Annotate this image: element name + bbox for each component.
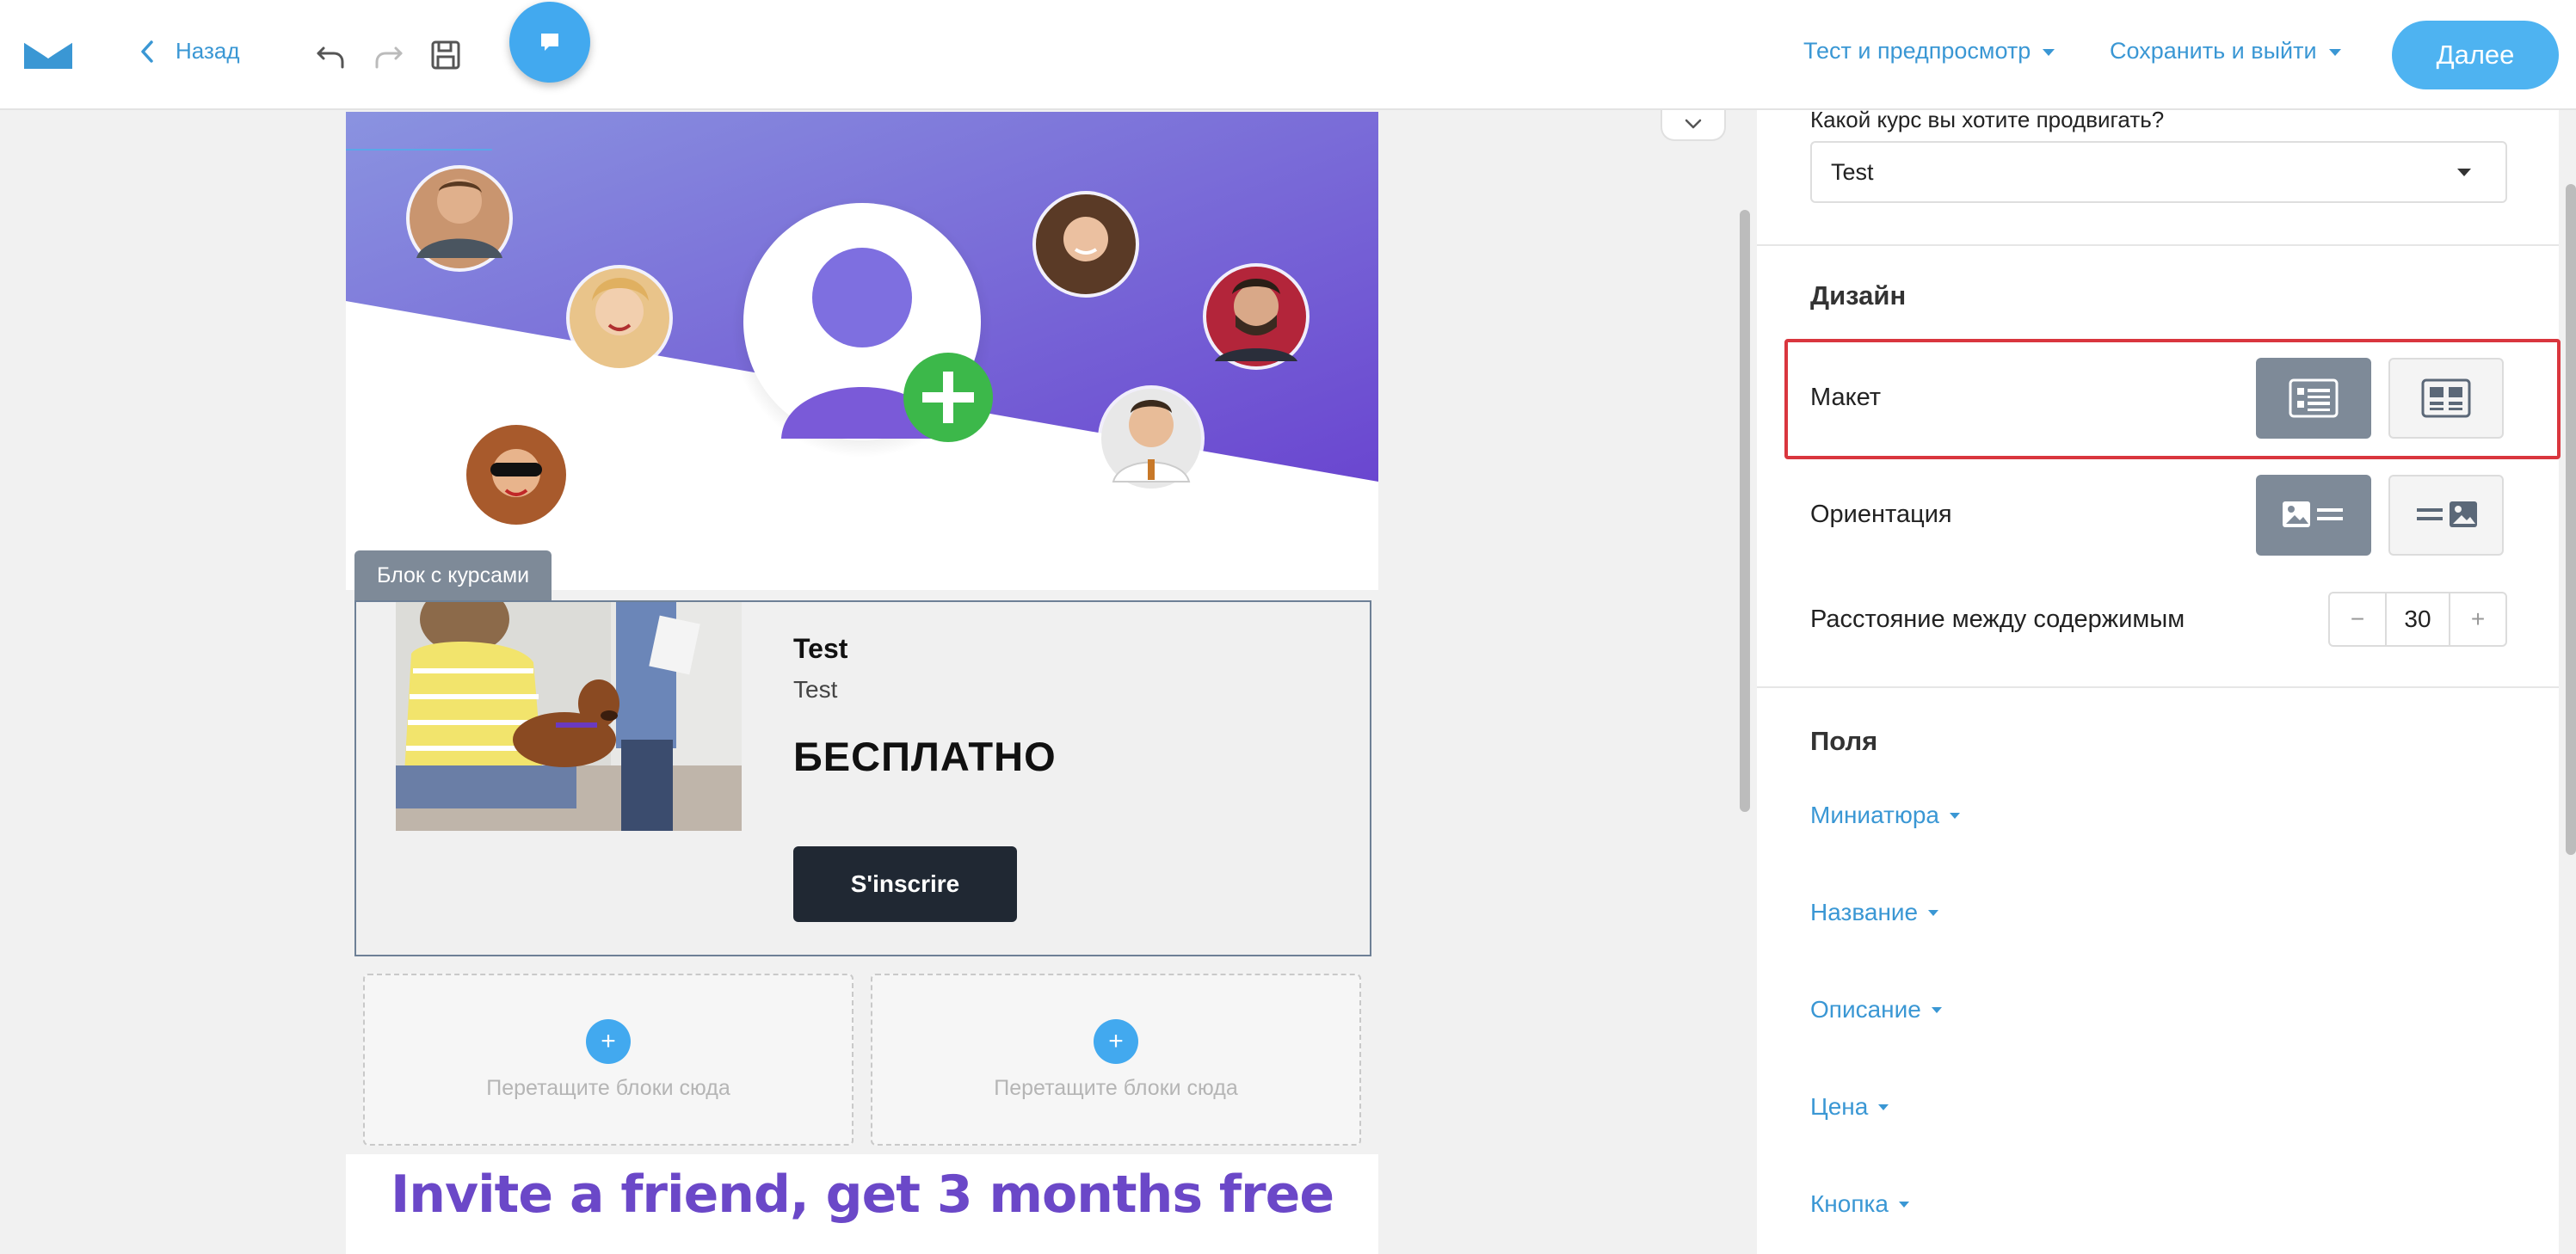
orientation-image-right-button[interactable] <box>2388 475 2504 556</box>
caret-down-icon <box>2328 48 2341 56</box>
test-preview-menu[interactable]: Тест и предпросмотр <box>1803 38 2055 65</box>
panel-scrollbar[interactable] <box>2566 184 2576 855</box>
field-label: Название <box>1810 899 1919 925</box>
dropzone-left[interactable]: + Перетащите блоки сюда <box>363 974 854 1146</box>
decrement-button[interactable]: − <box>2330 593 2385 645</box>
orientation-label: Ориентация <box>1810 501 1952 528</box>
course-question-label: Какой курс вы хотите продвигать? <box>1810 107 2165 132</box>
caret-down-icon <box>2043 48 2055 56</box>
increment-button[interactable]: + <box>2450 593 2505 645</box>
redo-icon[interactable] <box>372 38 406 72</box>
person-avatar <box>463 421 570 528</box>
plus-icon[interactable]: + <box>1094 1018 1138 1064</box>
person-avatar <box>406 165 513 272</box>
spacing-stepper: − 30 + <box>2328 592 2507 647</box>
chat-button[interactable] <box>509 2 590 83</box>
field-name[interactable]: Название <box>1810 899 1939 926</box>
back-button[interactable]: Назад <box>138 38 240 65</box>
back-label: Назад <box>176 38 240 64</box>
course-signup-button[interactable]: S'inscrire <box>793 846 1017 922</box>
logo-envelope-icon[interactable] <box>22 38 74 72</box>
save-exit-label: Сохранить и выйти <box>2110 38 2317 64</box>
caret-down-icon <box>1950 812 1960 819</box>
image-right-icon <box>2417 501 2477 527</box>
fields-section-title: Поля <box>1810 726 1878 756</box>
field-label: Миниатюра <box>1810 802 1939 828</box>
layout-list-button[interactable] <box>2256 358 2371 439</box>
spacing-value[interactable]: 30 <box>2385 593 2450 645</box>
collapse-toggle[interactable] <box>1661 108 1726 141</box>
chevron-down-icon <box>1685 119 1702 129</box>
image-left-icon <box>2283 501 2343 527</box>
course-price[interactable]: БЕСПЛАТНО <box>793 733 1057 780</box>
field-thumbnail[interactable]: Миниатюра <box>1810 802 1960 829</box>
design-section-title: Дизайн <box>1810 280 1907 310</box>
canvas-scrollbar[interactable] <box>1740 210 1750 812</box>
save-icon[interactable] <box>428 38 463 72</box>
orientation-image-left-button[interactable] <box>2256 475 2371 556</box>
caret-down-icon <box>1928 909 1939 916</box>
dropzone-right[interactable]: + Перетащите блоки сюда <box>871 974 1361 1146</box>
field-label: Кнопка <box>1810 1190 1889 1217</box>
hero-illustration <box>346 112 1378 590</box>
spacing-label: Расстояние между содержимым <box>1810 605 2185 633</box>
chevron-left-icon <box>141 40 153 63</box>
field-price[interactable]: Цена <box>1810 1093 1889 1121</box>
person-avatar <box>566 265 673 372</box>
course-block[interactable]: Test Test БЕСПЛАТНО S'inscrire <box>354 600 1371 956</box>
layout-label: Макет <box>1810 384 1882 411</box>
course-title[interactable]: Test <box>793 633 847 665</box>
layout-list-icon <box>2289 378 2339 418</box>
divider <box>1757 244 2559 246</box>
invite-heading-block[interactable]: Invite a friend, get 3 months free <box>346 1154 1378 1254</box>
course-description[interactable]: Test <box>793 676 837 704</box>
undo-icon[interactable] <box>313 38 348 72</box>
field-label: Цена <box>1810 1093 1869 1120</box>
field-label: Описание <box>1810 996 1921 1023</box>
test-preview-label: Тест и предпросмотр <box>1803 38 2031 64</box>
field-button[interactable]: Кнопка <box>1810 1190 1909 1218</box>
person-avatar <box>1098 385 1205 492</box>
course-block-tag[interactable]: Блок с курсами <box>354 550 552 600</box>
save-exit-menu[interactable]: Сохранить и выйти <box>2110 38 2341 65</box>
caret-down-icon <box>1898 1201 1909 1208</box>
invite-heading: Invite a friend, get 3 months free <box>390 1165 1334 1225</box>
course-select-value: Test <box>1831 158 1874 185</box>
course-thumbnail-image <box>396 602 742 831</box>
plus-icon[interactable]: + <box>586 1018 631 1064</box>
settings-panel: Какой курс вы хотите продвигать? Test Ди… <box>1757 107 2561 1254</box>
top-toolbar: Назад Тест и предпросмотр Сохранить и вы… <box>0 0 2576 110</box>
person-avatar <box>1203 263 1310 370</box>
divider <box>1757 686 2559 688</box>
dropzone-text: Перетащите блоки сюда <box>486 1075 730 1100</box>
person-avatar <box>1032 191 1139 298</box>
caret-down-icon <box>1878 1103 1889 1110</box>
hero-image[interactable] <box>346 112 1378 590</box>
email-canvas: Блок с курсами Test Test БЕСПЛАТНО S'ins… <box>346 112 1378 1254</box>
dropzone-text: Перетащите блоки сюда <box>994 1075 1238 1100</box>
caret-down-icon <box>2457 169 2471 176</box>
layout-grid-button[interactable] <box>2388 358 2504 439</box>
chat-bubble-icon <box>541 34 558 51</box>
next-button[interactable]: Далее <box>2392 21 2559 89</box>
layout-grid-icon <box>2421 378 2471 418</box>
course-select[interactable]: Test <box>1810 141 2507 203</box>
caret-down-icon <box>1931 1006 1942 1013</box>
field-description[interactable]: Описание <box>1810 996 1942 1023</box>
